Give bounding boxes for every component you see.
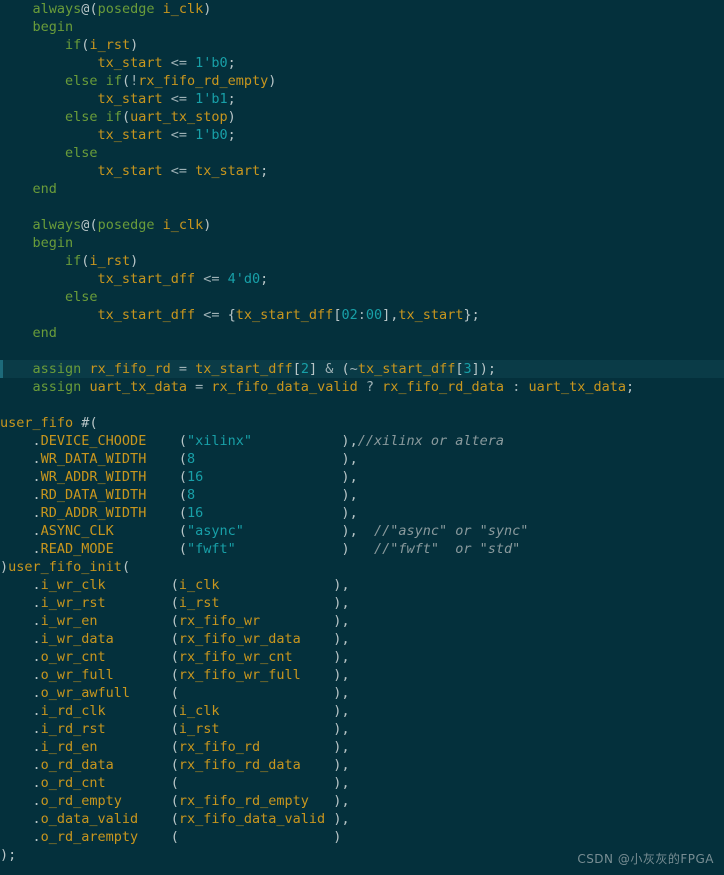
code-line[interactable]: .i_rd_en (rx_fifo_rd ), [0, 738, 724, 756]
code-line[interactable]: .o_wr_cnt (rx_fifo_wr_cnt ), [0, 648, 724, 666]
code-line[interactable]: tx_start_dff <= {tx_start_dff[02:00],tx_… [0, 306, 724, 324]
csdn-watermark: CSDN @小灰灰的FPGA [577, 852, 714, 866]
code-line[interactable]: tx_start_dff <= 4'd0; [0, 270, 724, 288]
code-line[interactable] [0, 396, 724, 414]
code-line[interactable]: .i_wr_rst (i_rst ), [0, 594, 724, 612]
code-line[interactable]: tx_start <= tx_start; [0, 162, 724, 180]
code-line[interactable]: .i_rd_clk (i_clk ), [0, 702, 724, 720]
code-line[interactable]: .o_rd_cnt ( ), [0, 774, 724, 792]
code-line[interactable]: assign rx_fifo_rd = tx_start_dff[2] & (~… [0, 360, 724, 378]
code-line[interactable]: .o_wr_full (rx_fifo_wr_full ), [0, 666, 724, 684]
code-line[interactable]: if(i_rst) [0, 36, 724, 54]
code-line[interactable]: .WR_DATA_WIDTH (8 ), [0, 450, 724, 468]
code-line[interactable]: .o_rd_empty (rx_fifo_rd_empty ), [0, 792, 724, 810]
code-line[interactable]: .WR_ADDR_WIDTH (16 ), [0, 468, 724, 486]
code-line[interactable]: else [0, 144, 724, 162]
code-line[interactable]: begin [0, 18, 724, 36]
code-line[interactable]: .RD_ADDR_WIDTH (16 ), [0, 504, 724, 522]
code-line[interactable]: tx_start <= 1'b0; [0, 54, 724, 72]
code-line[interactable]: .DEVICE_CHOODE ("xilinx" ),//xilinx or a… [0, 432, 724, 450]
code-line[interactable]: else [0, 288, 724, 306]
code-line[interactable]: tx_start <= 1'b0; [0, 126, 724, 144]
code-line[interactable]: .i_wr_clk (i_clk ), [0, 576, 724, 594]
code-line[interactable]: end [0, 180, 724, 198]
code-line[interactable]: if(i_rst) [0, 252, 724, 270]
code-line[interactable]: )user_fifo_init( [0, 558, 724, 576]
code-line[interactable]: .i_wr_data (rx_fifo_wr_data ), [0, 630, 724, 648]
code-line[interactable]: begin [0, 234, 724, 252]
code-line[interactable]: assign uart_tx_data = rx_fifo_data_valid… [0, 378, 724, 396]
code-line[interactable]: end [0, 324, 724, 342]
code-line[interactable]: .o_wr_awfull ( ), [0, 684, 724, 702]
code-line[interactable]: .RD_DATA_WIDTH (8 ), [0, 486, 724, 504]
code-text-area[interactable]: always@(posedge i_clk) begin if(i_rst) t… [0, 0, 724, 864]
code-line[interactable]: always@(posedge i_clk) [0, 216, 724, 234]
code-line[interactable] [0, 342, 724, 360]
code-line[interactable]: .o_rd_data (rx_fifo_rd_data ), [0, 756, 724, 774]
code-line[interactable]: tx_start <= 1'b1; [0, 90, 724, 108]
code-editor-pane[interactable]: always@(posedge i_clk) begin if(i_rst) t… [0, 0, 724, 875]
code-line[interactable]: else if(!rx_fifo_rd_empty) [0, 72, 724, 90]
code-line[interactable]: .o_data_valid (rx_fifo_data_valid ), [0, 810, 724, 828]
code-line[interactable] [0, 198, 724, 216]
code-line[interactable]: .ASYNC_CLK ("async" ), //"async" or "syn… [0, 522, 724, 540]
code-line[interactable]: .i_rd_rst (i_rst ), [0, 720, 724, 738]
code-line[interactable]: user_fifo #( [0, 414, 724, 432]
code-line[interactable]: always@(posedge i_clk) [0, 0, 724, 18]
code-line[interactable]: .o_rd_arempty ( ) [0, 828, 724, 846]
code-line[interactable]: .READ_MODE ("fwft" ) //"fwft" or "std" [0, 540, 724, 558]
code-line[interactable]: .i_wr_en (rx_fifo_wr ), [0, 612, 724, 630]
code-line[interactable]: else if(uart_tx_stop) [0, 108, 724, 126]
